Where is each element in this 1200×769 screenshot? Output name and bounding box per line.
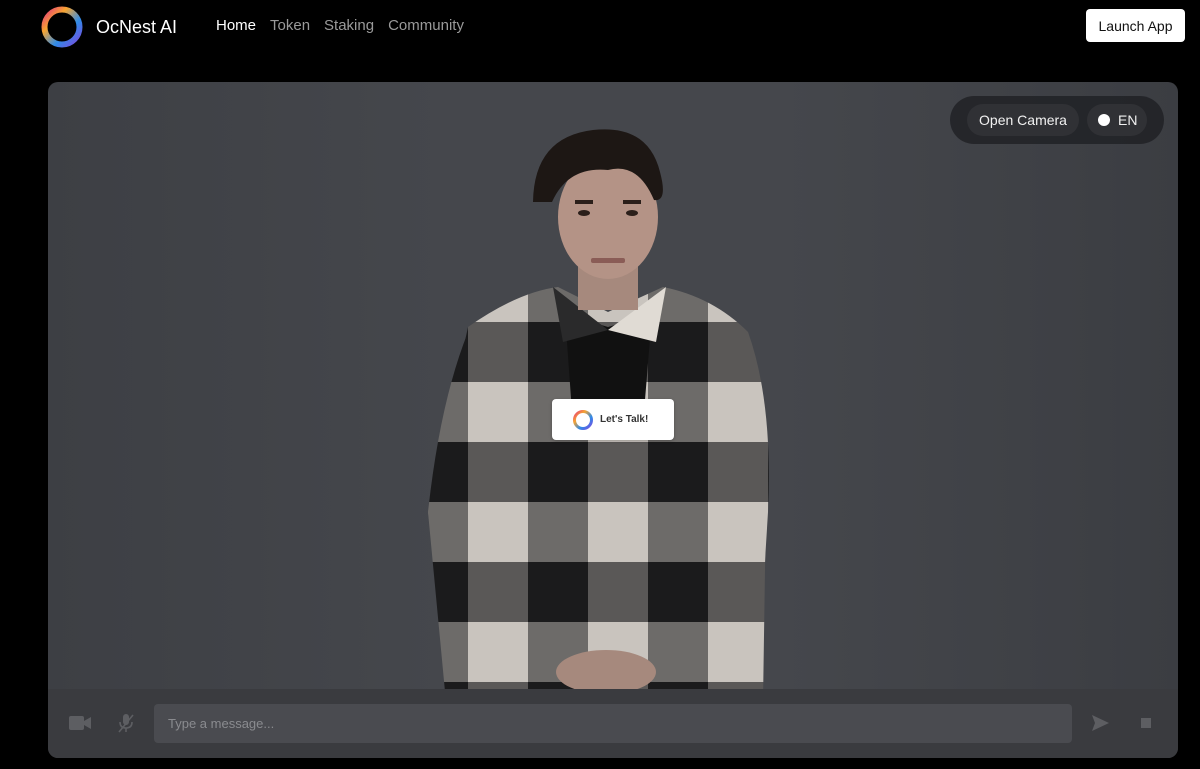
ring-logo-icon bbox=[573, 409, 593, 430]
chat-input-bar bbox=[48, 689, 1178, 758]
nav-item-token[interactable]: Token bbox=[270, 17, 310, 34]
language-label: EN bbox=[1118, 112, 1138, 128]
open-camera-button[interactable]: Open Camera bbox=[967, 104, 1079, 136]
main-nav: Home Token Staking Community bbox=[216, 17, 464, 34]
video-camera-icon[interactable] bbox=[69, 715, 91, 731]
stage-controls-pill: Open Camera EN bbox=[950, 96, 1164, 144]
send-icon[interactable] bbox=[1092, 715, 1109, 731]
launch-app-button[interactable]: Launch App bbox=[1086, 9, 1185, 42]
nav-item-staking[interactable]: Staking bbox=[324, 17, 374, 34]
lets-talk-label: Let's Talk! bbox=[600, 414, 649, 425]
toggle-dot-icon bbox=[1098, 114, 1110, 126]
ring-logo-icon bbox=[41, 6, 83, 48]
brand-name: OcNest AI bbox=[96, 16, 178, 37]
lets-talk-button[interactable]: Let's Talk! bbox=[552, 399, 674, 440]
microphone-muted-icon[interactable] bbox=[117, 713, 135, 733]
stop-icon[interactable] bbox=[1141, 718, 1151, 728]
nav-item-community[interactable]: Community bbox=[388, 17, 464, 34]
top-navigation-bar: OcNest AI Home Token Staking Community L… bbox=[0, 0, 1200, 54]
message-input[interactable] bbox=[154, 704, 1072, 743]
avatar-video-stage: Open Camera EN Let's Talk! bbox=[48, 82, 1178, 758]
language-toggle[interactable]: EN bbox=[1087, 104, 1147, 136]
nav-item-home[interactable]: Home bbox=[216, 17, 256, 34]
brand[interactable]: OcNest AI bbox=[40, 5, 177, 49]
